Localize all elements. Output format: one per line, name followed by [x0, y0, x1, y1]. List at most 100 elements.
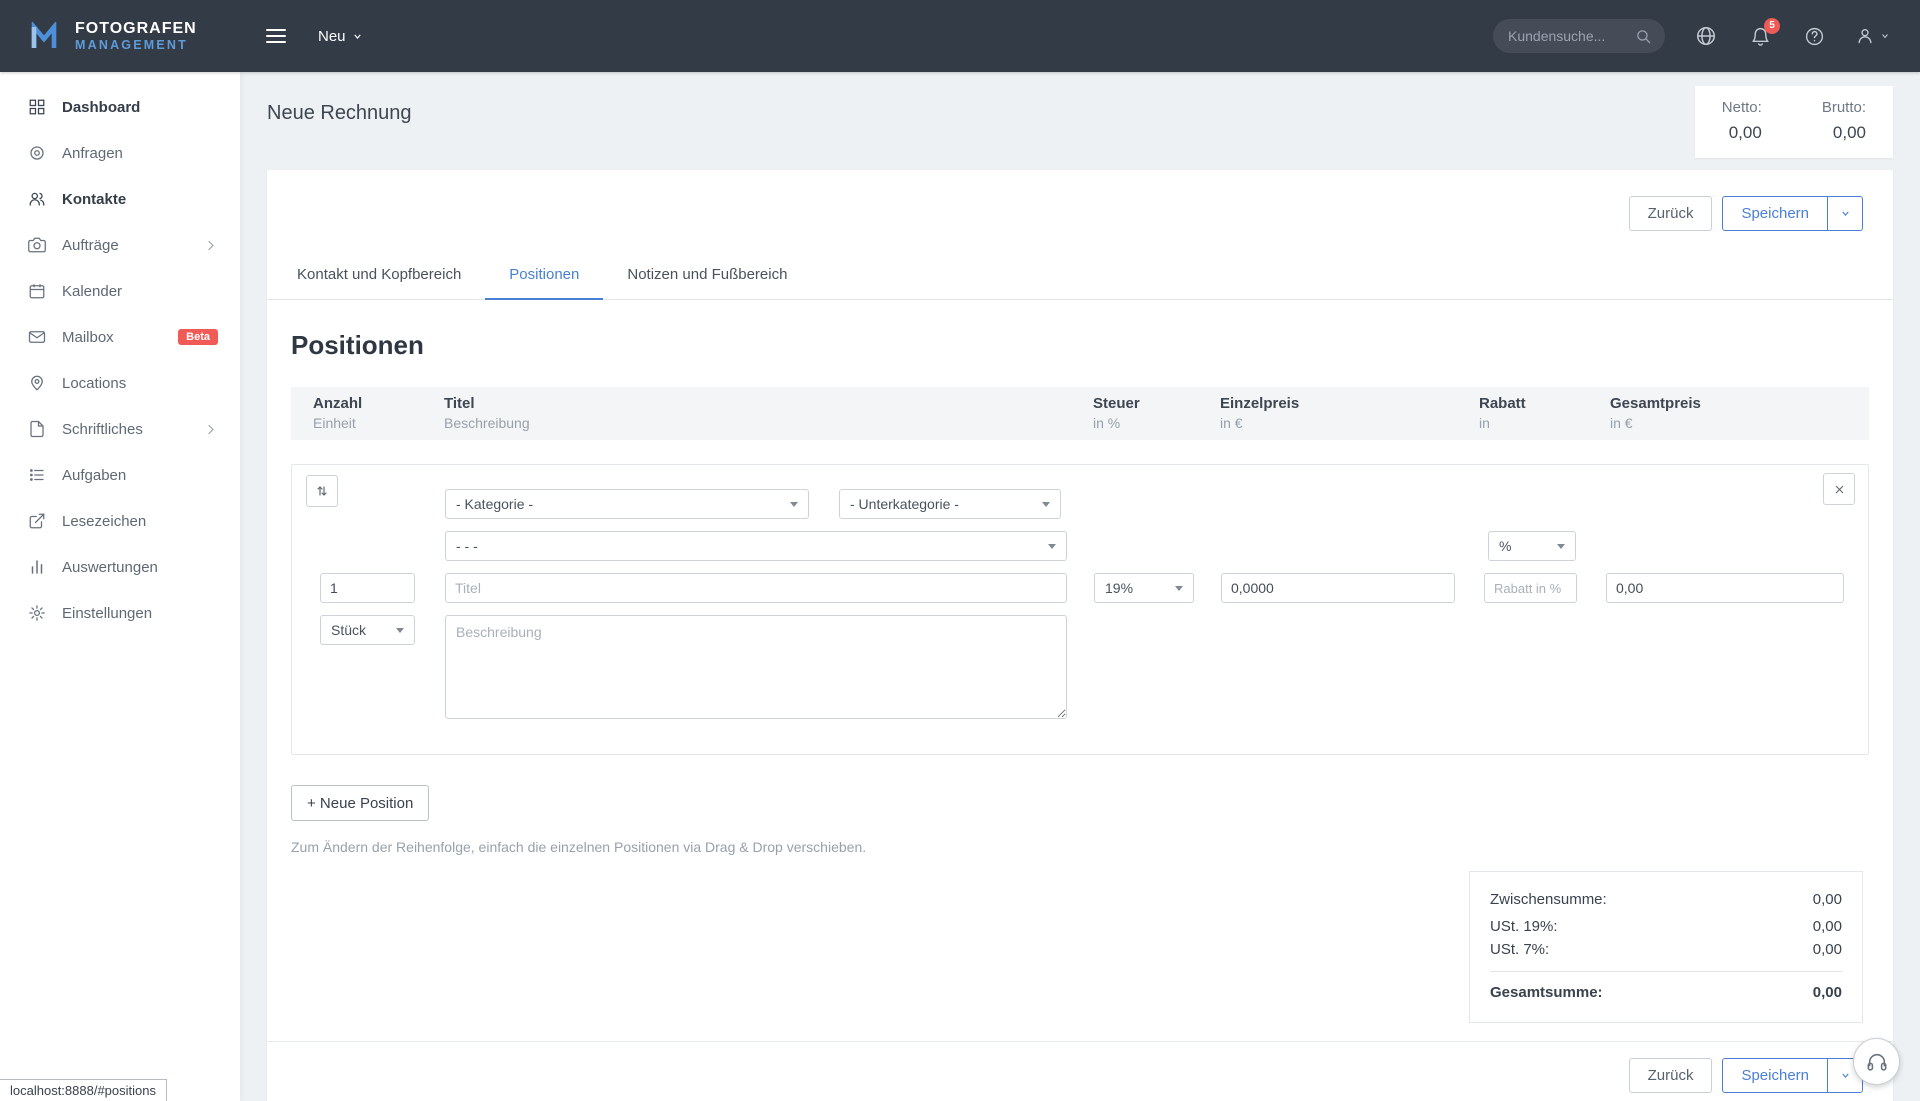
search-icon[interactable] — [1635, 28, 1652, 45]
external-link-icon — [28, 512, 46, 530]
summary-label: USt. 19%: — [1490, 918, 1558, 935]
new-menu-button[interactable]: Neu — [318, 28, 363, 45]
language-button[interactable] — [1692, 22, 1720, 50]
save-button-group-bottom: Speichern — [1722, 1058, 1863, 1093]
chevron-down-icon — [396, 627, 404, 633]
save-button[interactable]: Speichern — [1722, 196, 1828, 231]
sidebar-item-lesezeichen[interactable]: Lesezeichen — [0, 498, 240, 544]
back-button-bottom[interactable]: Zurück — [1628, 1058, 1713, 1093]
save-button-bottom[interactable]: Speichern — [1722, 1058, 1828, 1093]
sidebar-item-auswertungen[interactable]: Auswertungen — [0, 544, 240, 590]
notifications-button[interactable]: 5 — [1747, 17, 1780, 50]
save-options-button[interactable] — [1827, 196, 1863, 231]
tab-kontakt-kopfbereich[interactable]: Kontakt und Kopfbereich — [273, 251, 485, 300]
discount-unit-select[interactable]: % — [1488, 531, 1576, 561]
column-header-einzelpreis: Einzelpreis in € — [1220, 395, 1300, 431]
sidebar: Dashboard Anfragen Kontakte Aufträge Kal… — [0, 72, 240, 1101]
logo-text: FOTOGRAFEN MANAGEMENT — [75, 19, 197, 53]
summary-wrap: Zwischensumme: 0,00 USt. 19%: 0,00 USt. … — [267, 855, 1893, 1023]
subcategory-select[interactable]: - Unterkategorie - — [839, 489, 1061, 519]
app-logo[interactable]: FOTOGRAFEN MANAGEMENT — [0, 19, 240, 53]
netto-label: Netto: — [1721, 99, 1762, 116]
menu-toggle-button[interactable] — [256, 19, 296, 53]
bar-chart-icon — [28, 558, 46, 576]
support-button[interactable] — [1853, 1038, 1900, 1085]
sidebar-item-locations[interactable]: Locations — [0, 360, 240, 406]
logo-m-icon — [31, 22, 57, 48]
unit-select[interactable]: Stück — [320, 615, 415, 645]
sidebar-item-label: Auswertungen — [62, 558, 158, 576]
globe-icon — [1697, 27, 1715, 45]
discount-unit-value: % — [1499, 538, 1512, 554]
sidebar-item-label: Kontakte — [62, 190, 127, 208]
user-menu-button[interactable] — [1855, 26, 1890, 46]
title-input[interactable] — [445, 573, 1067, 603]
tab-positionen[interactable]: Positionen — [485, 251, 604, 300]
discount-input[interactable] — [1484, 573, 1577, 603]
tax-select[interactable]: 19% — [1094, 573, 1194, 603]
drag-handle[interactable] — [306, 475, 338, 507]
search-input[interactable] — [1506, 27, 1627, 45]
position-row: - Kategorie - - Unterkategorie - - - - % — [291, 464, 1869, 755]
mail-icon — [28, 328, 46, 346]
sidebar-item-label: Lesezeichen — [62, 512, 147, 530]
beta-badge: Beta — [178, 329, 218, 345]
summary-value: 0,00 — [1812, 941, 1842, 958]
netto-column: Netto: 0,00 — [1722, 99, 1762, 143]
chevron-down-icon — [1882, 34, 1888, 39]
topbar-actions: 5 — [1493, 17, 1920, 53]
sidebar-item-kontakte[interactable]: Kontakte — [0, 176, 240, 222]
sidebar-item-label: Dashboard — [62, 98, 141, 116]
chevron-down-icon — [1048, 543, 1056, 549]
new-menu-label: Neu — [318, 27, 346, 45]
brutto-label: Brutto: — [1821, 99, 1866, 116]
chevron-down-icon — [1841, 1073, 1849, 1079]
logo-line1: FOTOGRAFEN — [75, 19, 197, 37]
positions-table-header: Anzahl Einheit Titel Beschreibung Steuer… — [291, 387, 1869, 440]
quantity-input[interactable] — [320, 573, 415, 603]
page-title: Neue Rechnung — [267, 102, 412, 124]
tax-select-value: 19% — [1105, 580, 1134, 596]
chevron-down-icon — [1557, 543, 1565, 549]
tab-notizen-fussbereich[interactable]: Notizen und Fußbereich — [603, 251, 811, 300]
summary-label: USt. 7%: — [1490, 941, 1550, 958]
sidebar-item-aufgaben[interactable]: Aufgaben — [0, 452, 240, 498]
unit-price-input[interactable] — [1221, 573, 1455, 603]
dashboard-grid-icon — [28, 98, 46, 116]
sidebar-item-dashboard[interactable]: Dashboard — [0, 84, 240, 130]
document-icon — [28, 420, 46, 438]
total-price-input[interactable] — [1606, 573, 1844, 603]
sidebar-item-anfragen[interactable]: Anfragen — [0, 130, 240, 176]
sidebar-item-mailbox[interactable]: Mailbox Beta — [0, 314, 240, 360]
sidebar-item-label: Locations — [62, 374, 127, 392]
category-select[interactable]: - Kategorie - — [445, 489, 809, 519]
card-actions-top: Zurück Speichern — [267, 170, 1893, 231]
customer-search — [1493, 19, 1665, 53]
help-icon — [1805, 27, 1824, 45]
sidebar-item-auftraege[interactable]: Aufträge — [0, 222, 240, 268]
invoice-tabs: Kontakt und Kopfbereich Positionen Notiz… — [267, 251, 1893, 300]
section-title: Positionen — [291, 330, 424, 360]
help-button[interactable] — [1801, 23, 1828, 50]
back-button[interactable]: Zurück — [1628, 196, 1713, 231]
brutto-column: Brutto: 0,00 — [1822, 99, 1866, 143]
item-select[interactable]: - - - — [445, 531, 1067, 561]
sidebar-item-einstellungen[interactable]: Einstellungen — [0, 590, 240, 636]
page-header: Neue Rechnung Netto: 0,00 Brutto: 0,00 — [267, 72, 1893, 158]
column-header-rabatt: Rabatt in — [1479, 395, 1526, 431]
remove-position-button[interactable] — [1823, 473, 1855, 505]
sidebar-item-schriftliches[interactable]: Schriftliches — [0, 406, 240, 452]
totals-header-card: Netto: 0,00 Brutto: 0,00 — [1694, 86, 1893, 158]
inquiries-icon — [28, 144, 46, 162]
summary-row-zwischensumme: Zwischensumme: 0,00 — [1490, 884, 1842, 915]
chevron-down-icon — [790, 501, 798, 507]
sidebar-item-label: Einstellungen — [62, 604, 153, 622]
topbar: FOTOGRAFEN MANAGEMENT Neu 5 — [0, 0, 1920, 72]
save-button-group: Speichern — [1722, 196, 1863, 231]
main-content: Neue Rechnung Netto: 0,00 Brutto: 0,00 Z… — [240, 72, 1920, 1101]
drag-drop-hint: Zum Ändern der Reihenfolge, einfach die … — [291, 839, 867, 855]
description-textarea[interactable] — [445, 615, 1067, 719]
add-position-button[interactable]: + Neue Position — [291, 785, 430, 821]
sidebar-item-kalender[interactable]: Kalender — [0, 268, 240, 314]
logo-line2: MANAGEMENT — [75, 38, 188, 53]
